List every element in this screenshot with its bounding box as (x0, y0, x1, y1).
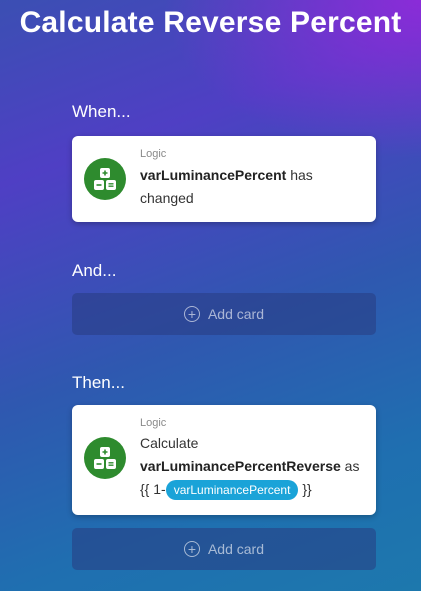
variable-name: varLuminancePercent (140, 167, 287, 183)
add-card-button-and[interactable]: + Add card (72, 293, 376, 335)
variable-chip[interactable]: varLuminancePercent (165, 480, 299, 501)
logic-icon (84, 158, 126, 200)
section-label-then: Then... (72, 373, 125, 392)
section-label-when: When... (72, 102, 131, 121)
when-card[interactable]: Logic varLuminancePercent has changed (72, 136, 376, 222)
card-description: Calculate varLuminancePercentReverse as … (140, 432, 366, 501)
expression-suffix: }} (302, 481, 312, 497)
page-title: Calculate Reverse Percent (19, 6, 402, 39)
then-card[interactable]: Logic Calculate varLuminancePercentRever… (72, 405, 376, 515)
card-text-as: as (344, 458, 360, 474)
section-label-and: And... (72, 261, 117, 280)
card-text-line1: Calculate (140, 435, 199, 451)
expression-prefix: {{ 1- (140, 481, 166, 497)
card-description: varLuminancePercent has changed (140, 164, 366, 210)
card-type-label: Logic (140, 148, 167, 160)
card-type-label: Logic (140, 417, 167, 429)
add-card-label: Add card (207, 306, 265, 322)
card-text-line2: changed (140, 190, 194, 206)
add-card-label: Add card (207, 541, 265, 557)
variable-name: varLuminancePercentReverse (140, 458, 341, 474)
card-text-suffix: has (290, 167, 313, 183)
logic-icon (84, 437, 126, 479)
add-card-button-then[interactable]: + Add card (72, 528, 376, 570)
plus-circle-icon: + (183, 541, 200, 557)
plus-circle-icon: + (183, 306, 200, 322)
